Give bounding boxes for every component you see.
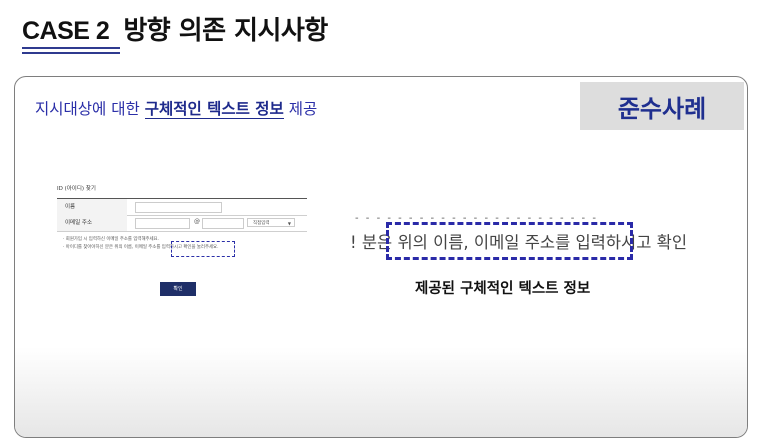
subtitle-prefix: 지시대상에 대한 xyxy=(35,100,145,118)
zoom-highlight-box xyxy=(386,222,633,260)
domain-select-value: 직접입력 xyxy=(253,221,270,226)
name-row: 이름 xyxy=(57,198,307,216)
page-title: 방향 의존 지시사항 xyxy=(123,16,328,46)
email-row: 이메일 주소 @ 직접입력 ▼ xyxy=(57,215,307,232)
panel-shade xyxy=(15,347,747,437)
subtitle-emphasis: 구체적인 텍스트 정보 xyxy=(144,100,284,119)
page-heading: CASE 2 방향 의존 지시사항 xyxy=(22,10,328,47)
email-domain-input[interactable] xyxy=(202,218,244,229)
heading-underline-2 xyxy=(22,52,120,54)
subtitle-suffix: 제공 xyxy=(283,100,318,118)
content-panel: 지시대상에 대한 구체적인 텍스트 정보 제공 준수사례 ID (아이디) 찾기… xyxy=(14,76,748,438)
email-id-input[interactable] xyxy=(135,218,190,229)
find-id-form-screenshot: ID (아이디) 찾기 이름 이메일 주소 @ 직접입력 ▼ · 회원가입 시 … xyxy=(57,184,309,309)
zoom-cut-line: - - - - - - - - - - - - - - - - - - - - … xyxy=(355,213,598,219)
zoom-caption: 제공된 구체적인 텍스트 정보 xyxy=(415,281,591,297)
form-title: ID (아이디) 찾기 xyxy=(57,186,96,192)
mini-highlight-box xyxy=(171,241,235,257)
heading-underline xyxy=(22,47,120,49)
name-input[interactable] xyxy=(135,202,222,213)
name-label: 이름 xyxy=(57,199,127,215)
compliance-badge: 준수사례 xyxy=(580,82,744,130)
email-label: 이메일 주소 xyxy=(57,215,127,231)
panel-subtitle: 지시대상에 대한 구체적인 텍스트 정보 제공 xyxy=(35,97,317,119)
form-note-1: · 회원가입 시 입력하신 이메일 주소를 입력해주세요. xyxy=(63,237,159,242)
at-symbol: @ xyxy=(194,218,200,225)
confirm-button[interactable]: 확인 xyxy=(160,282,196,296)
chevron-down-icon: ▼ xyxy=(287,221,291,226)
domain-select[interactable]: 직접입력 ▼ xyxy=(247,218,295,227)
case-label: CASE 2 xyxy=(22,17,110,45)
